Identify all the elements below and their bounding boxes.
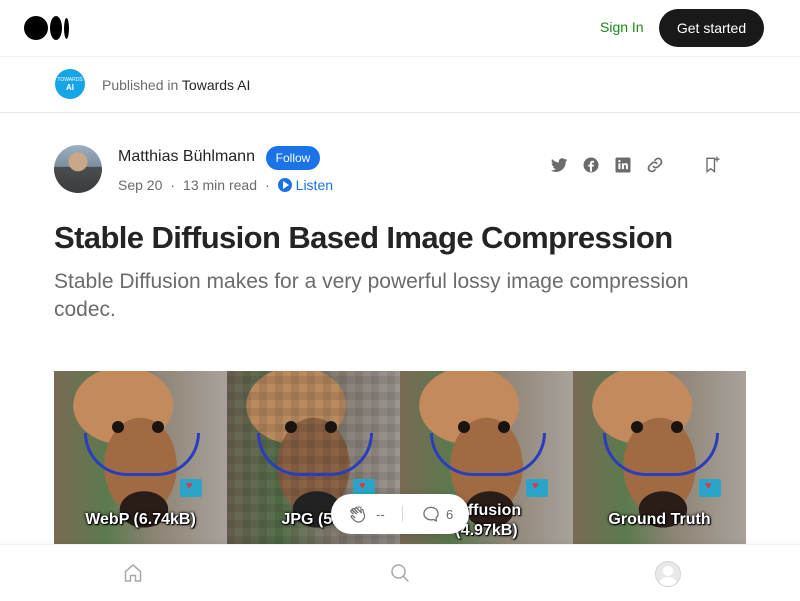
clap-count: --	[376, 507, 385, 522]
logo-circle-large	[24, 16, 48, 40]
search-icon[interactable]	[388, 561, 412, 585]
sign-in-link[interactable]: Sign In	[600, 19, 644, 35]
get-started-button[interactable]: Get started	[659, 9, 764, 47]
meta-separator: ·	[264, 177, 270, 193]
published-in-prefix: Published in	[102, 77, 179, 93]
listen-button[interactable]: Listen	[277, 177, 334, 193]
author-name-link[interactable]: Matthias Bühlmann	[118, 148, 255, 166]
author-avatar[interactable]	[54, 145, 102, 193]
pill-divider	[402, 506, 403, 522]
clap-icon[interactable]	[347, 504, 369, 526]
top-header: Sign In Get started	[0, 0, 800, 57]
logo-circle-medium	[50, 16, 62, 40]
home-icon[interactable]	[121, 561, 145, 585]
publish-date: Sep 20	[118, 177, 163, 193]
engagement-bar: -- 6	[331, 494, 469, 534]
comparison-panel-ground-truth: Ground Truth	[573, 371, 746, 544]
link-icon[interactable]	[645, 155, 665, 175]
panel-label: Ground Truth	[608, 511, 711, 528]
article-title: Stable Diffusion Based Image Compression	[54, 220, 673, 255]
read-time: 13 min read	[183, 177, 257, 193]
facebook-icon[interactable]	[581, 155, 601, 175]
follow-button[interactable]: Follow	[266, 146, 320, 170]
bookmark-icon[interactable]	[702, 155, 722, 175]
bottom-navigation	[0, 544, 800, 601]
publication-logo-ai: AI	[66, 83, 74, 92]
article-subtitle: Stable Diffusion makes for a very powerf…	[54, 270, 689, 321]
linkedin-icon[interactable]	[613, 155, 633, 175]
publication-bar: TOWARDS AI Published in Towards AI	[0, 57, 800, 113]
comment-icon[interactable]	[421, 504, 441, 524]
play-icon	[277, 178, 292, 192]
panel-label: WebP (6.74kB)	[85, 511, 196, 528]
comparison-panel-webp: WebP (6.74kB)	[54, 371, 227, 544]
logo-circle-small	[64, 17, 69, 39]
article-meta: Sep 20 · 13 min read · Listen	[118, 177, 333, 193]
publication-name-link[interactable]: Towards AI	[182, 77, 250, 93]
comment-count: 6	[446, 507, 454, 522]
published-in: Published in Towards AI	[102, 77, 250, 93]
medium-logo[interactable]	[24, 16, 69, 40]
publication-logo[interactable]: TOWARDS AI	[55, 69, 85, 99]
meta-separator: ·	[170, 177, 176, 193]
profile-avatar-icon[interactable]	[655, 561, 681, 587]
twitter-icon[interactable]	[549, 155, 569, 175]
listen-label: Listen	[295, 177, 334, 193]
